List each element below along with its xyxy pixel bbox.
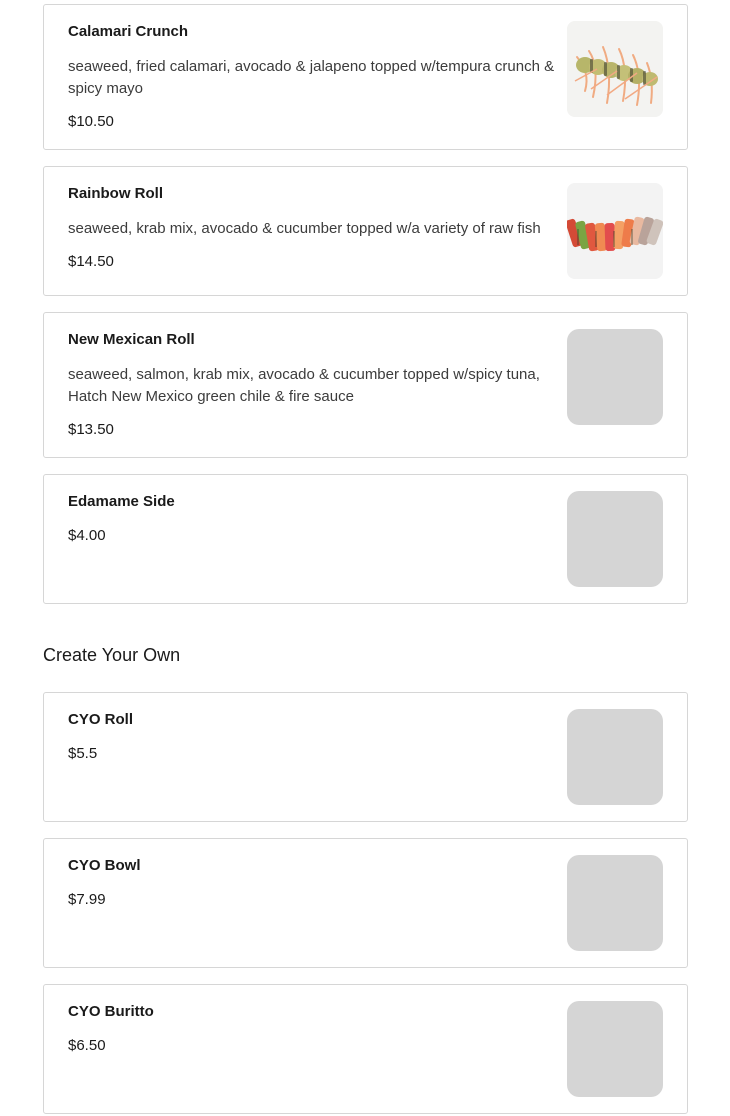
menu-item-name: Edamame Side (68, 493, 175, 510)
menu-item-card[interactable]: CYO Buritto $6.50 (43, 984, 688, 1114)
menu-item-card[interactable]: Rainbow Roll seaweed, krab mix, avocado … (43, 166, 688, 296)
menu-item-card[interactable]: Calamari Crunch seaweed, fried calamari,… (43, 4, 688, 150)
menu-item-info: Calamari Crunch seaweed, fried calamari,… (68, 23, 560, 132)
menu-item-price: $7.99 (68, 891, 106, 908)
menu-item-info: CYO Buritto $6.50 (68, 1003, 560, 1056)
section-title-create-your-own: Create Your Own (43, 645, 181, 665)
menu-item-name: CYO Bowl (68, 857, 141, 874)
image-placeholder[interactable] (567, 491, 663, 587)
menu-item-info: Edamame Side $4.00 (68, 493, 560, 546)
menu-item-info: CYO Bowl $7.99 (68, 857, 560, 910)
menu-item-name: CYO Roll (68, 711, 134, 728)
menu-item-price: $4.00 (68, 527, 106, 544)
menu-item-price: $13.50 (68, 421, 114, 438)
image-placeholder[interactable] (567, 855, 663, 951)
menu-item-description: seaweed, fried calamari, avocado & jalap… (68, 58, 555, 97)
menu-item-card[interactable]: Edamame Side $4.00 (43, 474, 688, 604)
menu-item-description: seaweed, salmon, krab mix, avocado & cuc… (68, 366, 540, 405)
menu-item-description: seaweed, krab mix, avocado & cucumber to… (68, 220, 541, 237)
menu-item-name: Rainbow Roll (68, 185, 163, 202)
menu-item-price: $10.50 (68, 113, 114, 130)
menu-item-name: New Mexican Roll (68, 331, 195, 348)
image-placeholder[interactable] (567, 709, 663, 805)
menu-item-price: $14.50 (68, 253, 114, 270)
menu-item-card[interactable]: CYO Roll $5.5 (43, 692, 688, 822)
menu-item-name: Calamari Crunch (68, 23, 189, 40)
menu-item-card[interactable]: CYO Bowl $7.99 (43, 838, 688, 968)
menu-item-info: Rainbow Roll seaweed, krab mix, avocado … (68, 185, 560, 272)
menu-item-info: CYO Roll $5.5 (68, 711, 560, 764)
menu-item-card[interactable]: New Mexican Roll seaweed, salmon, krab m… (43, 312, 688, 458)
menu-item-name: CYO Buritto (68, 1003, 154, 1020)
menu-item-price: $6.50 (68, 1037, 106, 1054)
calamari-crunch-roll-photo[interactable] (567, 21, 663, 117)
menu-item-price: $5.5 (68, 745, 98, 762)
image-placeholder[interactable] (567, 1001, 663, 1097)
image-placeholder[interactable] (567, 329, 663, 425)
menu-item-info: New Mexican Roll seaweed, salmon, krab m… (68, 331, 560, 440)
rainbow-roll-photo[interactable] (567, 183, 663, 279)
